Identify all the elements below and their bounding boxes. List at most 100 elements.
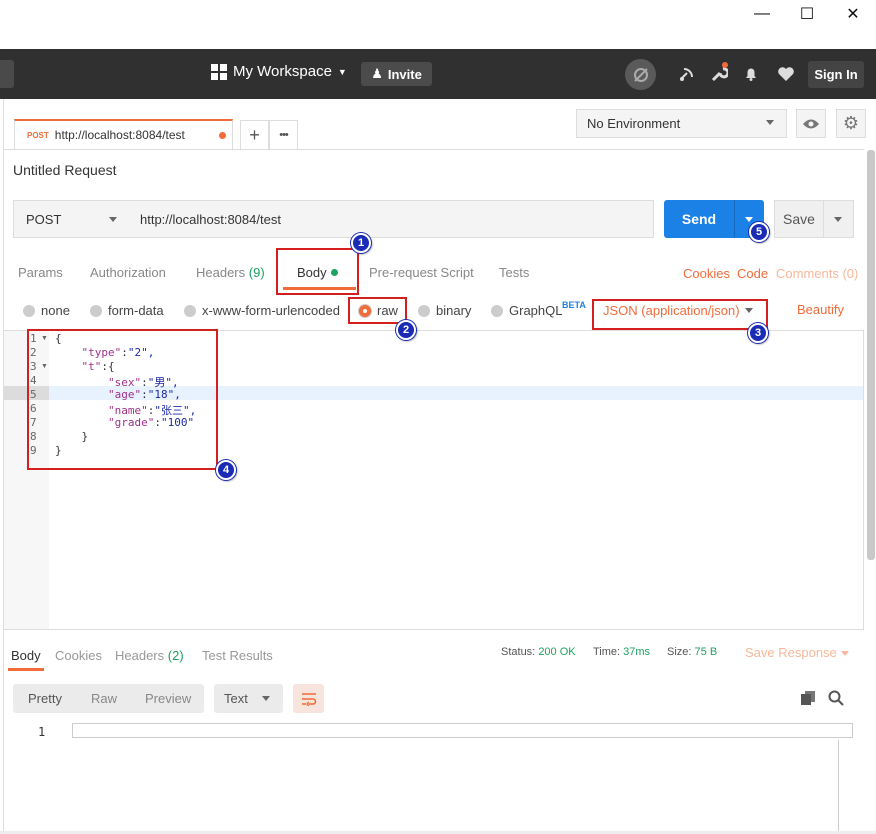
more-tabs-button[interactable]: ••• [269, 120, 298, 149]
request-title: Untitled Request [13, 162, 117, 178]
beautify-link[interactable]: Beautify [797, 302, 844, 317]
bell-icon[interactable] [739, 62, 763, 86]
radio-none[interactable]: none [23, 303, 70, 318]
time-value: 37ms [623, 646, 651, 658]
chevron-down-icon [766, 120, 774, 125]
environment-quick-look-button[interactable] [796, 109, 826, 138]
workspace-switcher[interactable]: My Workspace ▼ [211, 63, 347, 80]
response-tab-body[interactable]: Body [11, 648, 41, 663]
chevron-down-icon [834, 217, 842, 222]
url-input[interactable]: http://localhost:8084/test [129, 200, 654, 238]
tab-method: POST [27, 130, 49, 140]
save-response-label: Save Response [745, 645, 837, 660]
request-title-bar: Untitled Request [4, 149, 864, 187]
response-headers-count: (2) [167, 648, 184, 663]
radio-urlencoded-label: x-www-form-urlencoded [202, 303, 340, 318]
new-tab-button[interactable]: + [240, 120, 269, 149]
radio-binary[interactable]: binary [418, 303, 471, 318]
comments-link[interactable]: Comments (0) [776, 266, 858, 281]
radio-circle [418, 304, 430, 317]
annotation-badge-4: 4 [216, 460, 236, 480]
app-header: My Workspace ▼ ♟ Invite Sign In [0, 49, 876, 99]
environment-label: No Environment [587, 116, 681, 131]
response-line-number: 1 [38, 725, 46, 739]
tab-url: http://localhost:8084/test [54, 128, 185, 142]
save-button[interactable]: Save [774, 200, 824, 238]
save-response-button[interactable]: Save Response [745, 645, 849, 660]
copy-icon[interactable] [800, 690, 818, 708]
chevron-down-icon [109, 217, 117, 222]
window-spacer [0, 32, 876, 49]
response-body-line [72, 723, 853, 738]
annotation-badge-2: 2 [396, 320, 416, 340]
response-headers-label: Headers [115, 648, 165, 663]
radio-binary-label: binary [436, 303, 472, 318]
annotation-badge-3: 3 [748, 323, 768, 343]
vertical-scrollbar[interactable] [867, 150, 875, 560]
tab-params[interactable]: Params [18, 265, 63, 280]
settings-button[interactable]: ⚙ [836, 109, 866, 138]
code-link[interactable]: Code [737, 266, 768, 281]
response-format-label: Text [224, 691, 248, 706]
workspace-grid-icon [211, 63, 227, 80]
chevron-down-icon [745, 217, 753, 222]
satellite-icon[interactable] [675, 62, 699, 86]
save-options-button[interactable] [824, 200, 854, 238]
chevron-down-icon: ▼ [337, 66, 347, 77]
response-tab-cookies[interactable]: Cookies [55, 648, 102, 663]
wrap-lines-button[interactable] [293, 684, 324, 713]
annotation-badge-5: 5 [749, 222, 769, 242]
response-tab-headers[interactable]: Headers (2) [115, 648, 184, 663]
method-select[interactable]: POST [13, 200, 130, 238]
add-user-icon: ♟ [371, 66, 383, 81]
size-label: Size: [667, 646, 692, 658]
chevron-down-icon [262, 696, 270, 701]
radio-none-label: none [41, 303, 70, 318]
time-label: Time: [593, 646, 621, 658]
environment-select[interactable]: No Environment [576, 109, 787, 138]
heart-icon[interactable] [774, 62, 798, 86]
size-value: 75 B [694, 646, 718, 658]
status-value: 200 OK [538, 646, 576, 658]
radio-circle [90, 304, 102, 317]
view-pretty-button[interactable]: Pretty [28, 691, 62, 706]
notification-dot [722, 62, 728, 68]
status-label: Status: [501, 646, 536, 658]
view-preview-button[interactable]: Preview [145, 691, 191, 706]
tab-prerequest-script[interactable]: Pre-request Script [369, 265, 474, 280]
annotation-badge-1: 1 [351, 233, 371, 253]
response-tab-test-results[interactable]: Test Results [202, 648, 273, 663]
annotation-box-body [276, 248, 359, 295]
radio-graphql[interactable]: GraphQL [491, 303, 562, 318]
invite-button[interactable]: ♟ Invite [361, 62, 432, 86]
tab-headers-label: Headers [196, 265, 246, 280]
sidebar-toggle-button[interactable] [0, 60, 14, 88]
workspace-name: My Workspace [233, 63, 332, 80]
view-mode-group: Pretty Raw Preview [13, 684, 204, 713]
unsaved-dot [219, 132, 226, 139]
headers-count: (9) [248, 265, 265, 280]
tab-headers[interactable]: Headers (9) [196, 265, 265, 280]
radio-urlencoded[interactable]: x-www-form-urlencoded [184, 303, 340, 318]
maximize-button[interactable]: ☐ [785, 0, 829, 28]
chevron-down-icon [841, 651, 849, 656]
tab-authorization[interactable]: Authorization [90, 265, 166, 280]
sync-off-icon[interactable] [625, 59, 656, 90]
radio-circle [23, 304, 35, 317]
radio-form-data[interactable]: form-data [90, 303, 164, 318]
annotation-box-raw [348, 297, 407, 324]
request-tab[interactable]: POST http://localhost:8084/test [14, 119, 233, 149]
annotation-box-json [592, 299, 768, 330]
view-raw-button[interactable]: Raw [91, 691, 117, 706]
send-button[interactable]: Send [664, 200, 734, 238]
cookies-link[interactable]: Cookies [683, 266, 730, 281]
invite-label: Invite [387, 66, 422, 82]
status-readout: Status: 200 OK [501, 646, 576, 658]
search-icon[interactable] [828, 690, 846, 708]
active-tab-underline [8, 668, 44, 671]
response-format-select[interactable]: Text [214, 684, 283, 713]
close-button[interactable]: ✕ [831, 0, 875, 28]
sign-in-button[interactable]: Sign In [808, 61, 864, 88]
tab-tests[interactable]: Tests [499, 265, 529, 280]
minimize-button[interactable]: — [740, 0, 784, 28]
